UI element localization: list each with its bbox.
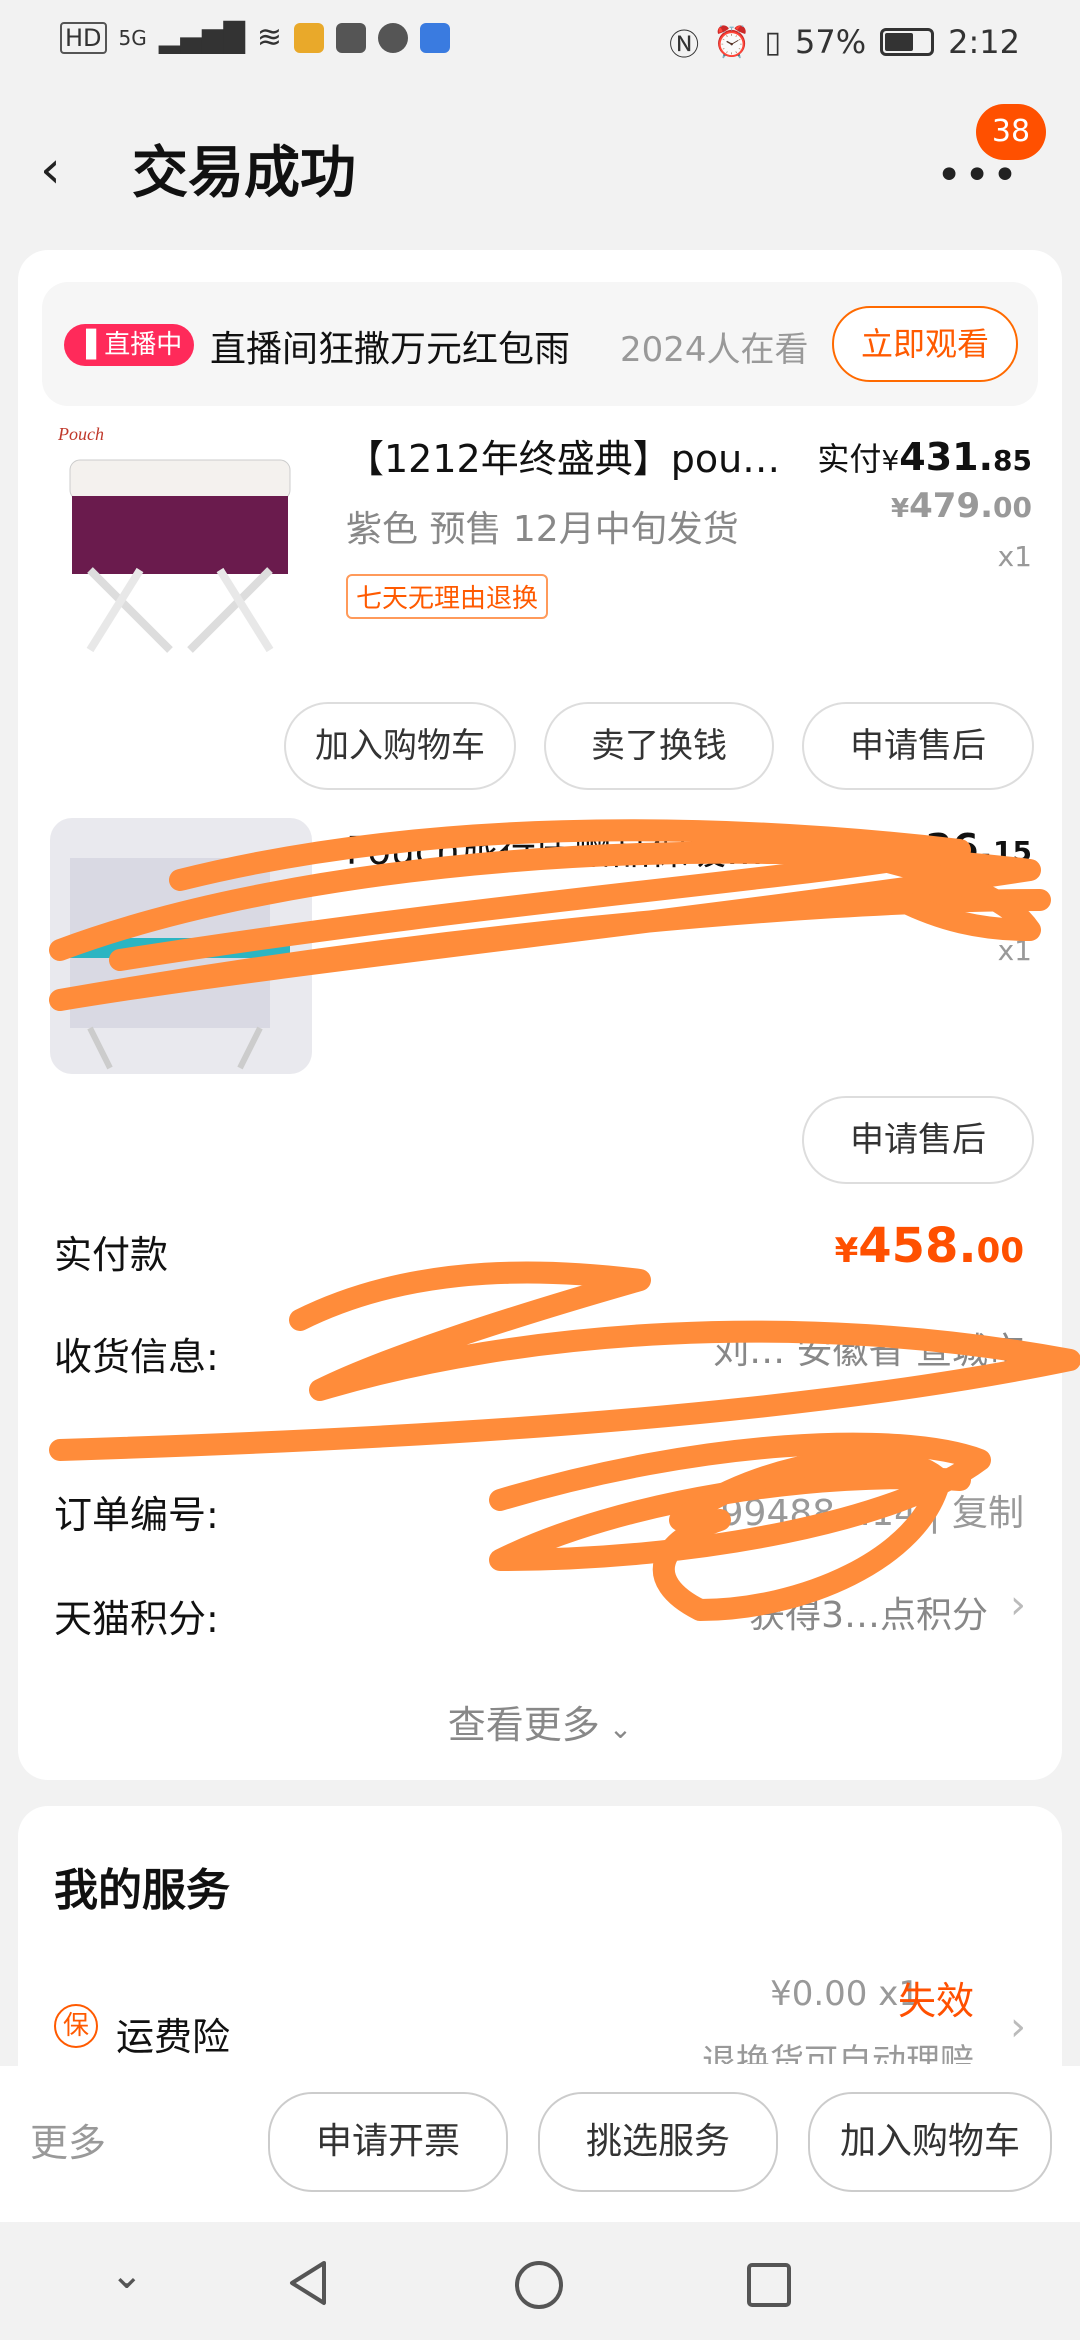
services-title: 我的服务 (54, 1865, 230, 1916)
crib-illustration: Pouch (57, 424, 291, 653)
watch-now-button[interactable]: 立即观看 (832, 306, 1018, 382)
total-label: 实付款 (54, 1233, 169, 1277)
points-value[interactable]: 获得3…点积分 (749, 1586, 988, 1638)
product-image-crib[interactable]: Pouch (50, 420, 312, 670)
chevron-down-icon: ⌄ (599, 1712, 633, 1745)
alarm-icon: ⏰ (713, 24, 751, 60)
signal-icon: ▂▄▆█ (158, 21, 245, 54)
shipping-value: 刘… 安徽省 宣城市 (713, 1331, 1024, 1372)
message-badge: 38 (976, 104, 1046, 160)
add-to-cart-bottom-button[interactable]: 加入购物车 (808, 2092, 1052, 2192)
add-to-cart-button[interactable]: 加入购物车 (284, 702, 516, 790)
status-bar: HD 5G ▂▄▆█ ≋ Ⓝ ⏰ ▯ 57% 2:12 (0, 0, 1080, 80)
chevron-right-icon[interactable]: › (1010, 1582, 1026, 1628)
vibrate-icon: ▯ (764, 24, 782, 60)
bed-illustration (70, 858, 290, 1070)
product-original-price: ¥479.00 (891, 486, 1032, 526)
system-nav-bar: ⌄ (0, 2222, 1080, 2340)
product2-paid-price: 26.15 (925, 826, 1032, 870)
svg-text:Pouch: Pouch (57, 424, 104, 444)
page-header: ‹ 交易成功 ••• 38 (0, 80, 1080, 250)
live-bars-icon: ▐ (76, 330, 105, 360)
page-title: 交易成功 (132, 141, 356, 206)
nav-recents-icon[interactable] (744, 2260, 794, 2310)
service-desc: 退换货可自动理赔 (702, 2042, 974, 2064)
bulb-notification-icon (420, 22, 451, 53)
shipping-label: 收货信息: (54, 1335, 219, 1379)
chevron-left-icon[interactable]: ‹ (40, 140, 61, 200)
live-tag: ▐ 直播中 (64, 324, 195, 366)
see-more-link[interactable]: 查看更多 ⌄ (0, 1694, 1080, 1749)
status-left: HD 5G ▂▄▆█ ≋ (60, 20, 451, 55)
battery-percent: 57% (795, 23, 867, 61)
after-sales-button-2[interactable]: 申请售后 (802, 1096, 1034, 1184)
network-label: 5G (118, 25, 147, 50)
battery-icon (880, 28, 935, 56)
total-amount: ¥458.00 (834, 1218, 1024, 1274)
product-name[interactable]: 【1212年终盛典】pou… (346, 428, 786, 483)
nav-back-icon[interactable] (284, 2258, 334, 2308)
product-quantity: x1 (997, 540, 1032, 573)
service-chevron-right-icon[interactable]: › (1010, 2004, 1026, 2050)
live-text: 直播间狂撒万元红包雨 (210, 329, 571, 370)
resell-button[interactable]: 卖了换钱 (544, 702, 774, 790)
order-number-label: 订单编号: (54, 1493, 219, 1537)
collapse-chevron-icon[interactable]: ⌄ (110, 2252, 144, 2298)
wifi-icon: ≋ (256, 20, 283, 55)
live-viewers: 2024人在看 (620, 330, 809, 370)
product-image-bed[interactable] (50, 818, 312, 1074)
service-status: 失效 (897, 1979, 974, 2023)
globe-notification-icon (378, 22, 409, 53)
bottom-action-bar: 更多 申请开票 挑选服务 加入购物车 (0, 2066, 1080, 2222)
points-label: 天猫积分: (54, 1597, 219, 1641)
service-name[interactable]: 运费险 (116, 2006, 230, 2061)
invoice-button[interactable]: 申请开票 (268, 2092, 508, 2192)
clock: 2:12 (948, 23, 1020, 61)
hd-label: HD (60, 21, 107, 54)
order-number-value[interactable]: 2899488…14 | 复制 (675, 1484, 1024, 1536)
live-banner[interactable]: ▐ 直播中 直播间狂撒万元红包雨 2024人在看 立即观看 (42, 282, 1038, 406)
select-service-button[interactable]: 挑选服务 (538, 2092, 778, 2192)
nav-home-icon[interactable] (512, 2258, 566, 2312)
app-notification-icon (294, 22, 325, 53)
after-sales-button[interactable]: 申请售后 (802, 702, 1034, 790)
insurance-icon: 保 (54, 2004, 98, 2048)
product2-quantity: x1 (997, 934, 1032, 967)
product2-name[interactable]: Pouch旅行床赠品保暖… (346, 820, 786, 875)
product-spec: 紫色 预售 12月中旬发货 (346, 509, 739, 550)
status-right: Ⓝ ⏰ ▯ 57% 2:12 (669, 20, 1020, 64)
nfc-icon: Ⓝ (669, 28, 700, 63)
return-policy-tag: 七天无理由退换 (346, 574, 549, 619)
more-link[interactable]: 更多 (30, 2112, 106, 2167)
product-paid-price: 实付¥431.85 (817, 435, 1032, 479)
play-notification-icon (336, 22, 367, 53)
